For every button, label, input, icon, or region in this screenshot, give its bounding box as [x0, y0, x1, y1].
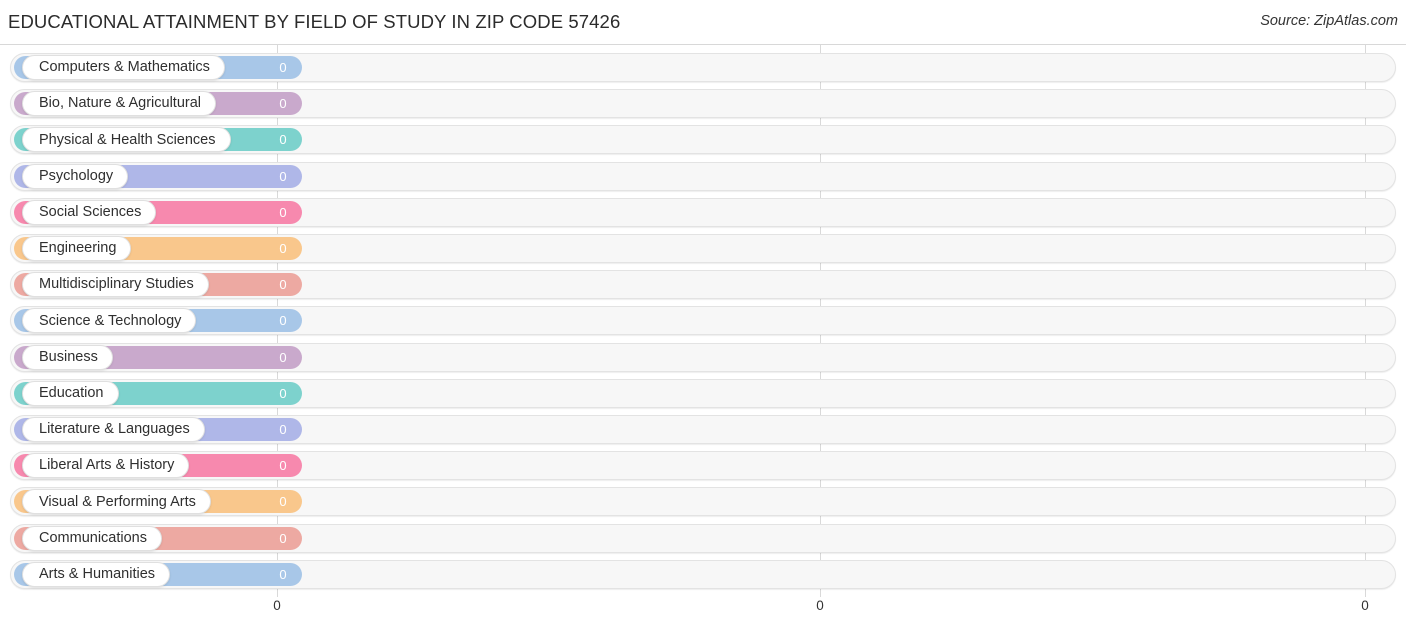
category-label-capsule[interactable]: Communications	[22, 525, 162, 551]
category-label: Computers & Mathematics	[39, 59, 210, 76]
bar-row[interactable]: 0 Bio, Nature & Agricultural	[10, 89, 1396, 119]
category-label: Education	[39, 385, 104, 402]
category-label: Communications	[39, 529, 147, 546]
bar-value-label: 0	[279, 204, 287, 220]
bar-value-label: 0	[279, 313, 287, 329]
plot-area: 0 Computers & Mathematics 0 Bio, Nature & A…	[0, 45, 1406, 597]
bar-rows: 0 Computers & Mathematics 0 Bio, Nature & A…	[0, 45, 1406, 597]
category-label: Visual & Performing Arts	[39, 493, 196, 510]
bar-row[interactable]: 0 Business	[10, 342, 1396, 372]
bar-value-label: 0	[279, 385, 287, 401]
bar-row[interactable]: 0 Social Sciences	[10, 197, 1396, 227]
category-label-capsule[interactable]: Education	[22, 380, 119, 406]
category-label: Social Sciences	[39, 204, 142, 221]
category-label-capsule[interactable]: Business	[22, 344, 113, 370]
x-tick-label: 0	[816, 598, 824, 613]
bar-value-label: 0	[279, 349, 287, 365]
bar-value-label: 0	[279, 422, 287, 437]
chart-page: EDUCATIONAL ATTAINMENT BY FIELD OF STUDY…	[0, 0, 1406, 631]
category-label-capsule[interactable]: Multidisciplinary Studies	[22, 272, 209, 298]
bar-row[interactable]: 0 Literature & Languages	[10, 415, 1396, 444]
bar-row[interactable]: 0 Engineering	[10, 234, 1396, 263]
bar-value-label: 0	[279, 241, 287, 256]
category-label: Literature & Languages	[39, 421, 190, 438]
category-label: Psychology	[39, 167, 114, 184]
category-label-capsule[interactable]: Arts & Humanities	[22, 561, 171, 587]
bar-row[interactable]: 0 Arts & Humanities	[10, 559, 1396, 589]
category-label: Physical & Health Sciences	[39, 131, 216, 148]
category-label: Multidisciplinary Studies	[39, 276, 194, 293]
source-attribution: Source: ZipAtlas.com	[1260, 13, 1398, 29]
category-label-capsule[interactable]: Liberal Arts & History	[22, 453, 190, 479]
category-label-capsule[interactable]: Physical & Health Sciences	[22, 127, 231, 153]
x-tick-label: 0	[273, 598, 281, 613]
bar-row[interactable]: 0 Psychology	[10, 161, 1396, 191]
x-axis: 0 0 0	[0, 597, 1406, 631]
bar-value-label: 0	[279, 458, 287, 474]
category-label-capsule[interactable]: Social Sciences	[22, 199, 157, 225]
bar-value-label: 0	[279, 132, 287, 148]
x-tick-label: 0	[1361, 598, 1369, 613]
bar-value-label: 0	[279, 277, 287, 293]
category-label: Engineering	[39, 240, 117, 257]
bar-row[interactable]: 0 Education	[10, 378, 1396, 408]
category-label: Science & Technology	[39, 312, 182, 329]
category-label-capsule[interactable]: Literature & Languages	[22, 417, 205, 442]
category-label-capsule[interactable]: Engineering	[22, 236, 132, 261]
category-label-capsule[interactable]: Psychology	[22, 163, 129, 189]
bar-value-label: 0	[279, 494, 287, 510]
bar-value-label: 0	[279, 96, 287, 112]
bar-value-label: 0	[279, 530, 287, 546]
category-label-capsule[interactable]: Computers & Mathematics	[22, 55, 225, 80]
category-label-capsule[interactable]: Bio, Nature & Agricultural	[22, 91, 216, 117]
bar-row[interactable]: 0 Multidisciplinary Studies	[10, 270, 1396, 300]
page-title: EDUCATIONAL ATTAINMENT BY FIELD OF STUDY…	[8, 11, 621, 32]
category-label: Arts & Humanities	[39, 566, 156, 583]
bar-row[interactable]: 0 Liberal Arts & History	[10, 451, 1396, 481]
bar-row[interactable]: 0 Science & Technology	[10, 306, 1396, 336]
bar-row[interactable]: 0 Communications	[10, 523, 1396, 553]
bar-row[interactable]: 0 Computers & Mathematics	[10, 53, 1396, 82]
bar-row[interactable]: 0 Visual & Performing Arts	[10, 487, 1396, 517]
category-label-capsule[interactable]: Science & Technology	[22, 308, 197, 334]
bar-value-label: 0	[279, 60, 287, 75]
category-label-capsule[interactable]: Visual & Performing Arts	[22, 489, 211, 515]
bar-value-label: 0	[279, 566, 287, 582]
category-label: Business	[39, 348, 98, 365]
category-label: Bio, Nature & Agricultural	[39, 95, 201, 112]
bar-value-label: 0	[279, 168, 287, 184]
chart-header: EDUCATIONAL ATTAINMENT BY FIELD OF STUDY…	[0, 0, 1406, 45]
category-label: Liberal Arts & History	[39, 457, 175, 474]
bar-row[interactable]: 0 Physical & Health Sciences	[10, 125, 1396, 155]
